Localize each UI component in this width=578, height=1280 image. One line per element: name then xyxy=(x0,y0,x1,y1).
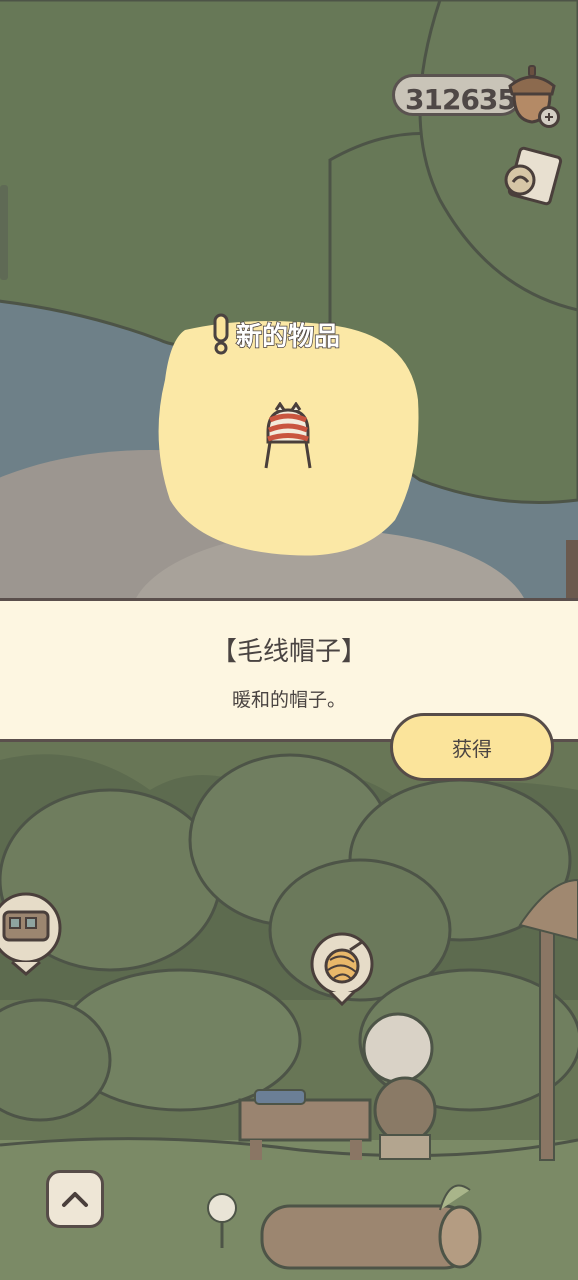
exclamation-icon xyxy=(213,313,229,355)
acorn-counter[interactable]: 312635 xyxy=(392,65,560,128)
letter-icon[interactable] xyxy=(498,146,564,208)
new-item-text: 新的物品 xyxy=(235,321,341,353)
expand-menu-button[interactable] xyxy=(46,1170,104,1228)
yarn-ball-icon[interactable] xyxy=(302,930,382,1010)
new-item-label: 新的物品 xyxy=(210,312,341,356)
obtain-button[interactable]: 获得 xyxy=(390,713,554,781)
knit-hat-icon xyxy=(264,402,312,469)
item-description: 暖和的帽子。 xyxy=(231,689,346,711)
train-icon[interactable] xyxy=(0,882,64,982)
item-name: 【毛线帽子】 xyxy=(210,637,367,667)
chevron-up-icon xyxy=(62,1192,88,1207)
obtain-button-label: 获得 xyxy=(452,736,492,761)
plus-icon[interactable] xyxy=(538,106,560,128)
acorn-count: 312635 xyxy=(405,83,517,116)
